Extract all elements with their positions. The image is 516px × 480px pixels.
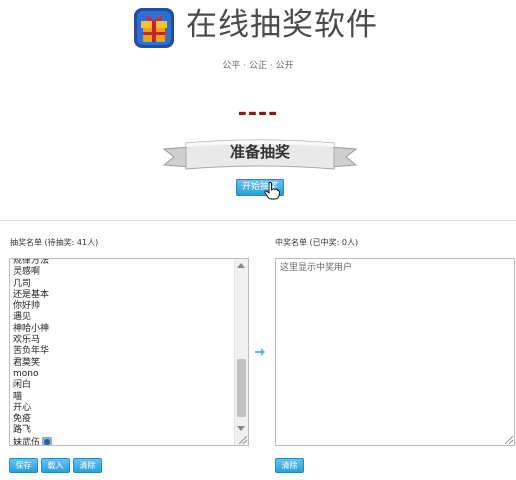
- candidate-name: 灵感啊: [13, 267, 41, 278]
- candidate-item: 神哈小神: [13, 324, 52, 335]
- import-button[interactable]: 载入: [41, 458, 70, 473]
- candidate-name: 闲白: [13, 380, 32, 391]
- clear-candidates-button[interactable]: 清除: [73, 458, 102, 473]
- candidate-item: 君莫笑: [13, 358, 52, 369]
- candidate-name: 规律方法: [13, 258, 50, 266]
- winners-placeholder: 这里显示中奖用户: [280, 263, 353, 273]
- save-button[interactable]: 保存: [9, 458, 38, 473]
- draw-status-text: 准备抽奖: [229, 143, 290, 161]
- app-title: 在线抽奖软件: [186, 7, 378, 43]
- resize-grip-icon[interactable]: [239, 436, 247, 444]
- candidate-name: 开心: [13, 402, 32, 413]
- candidate-name: 路飞: [13, 425, 32, 436]
- candidate-item: 妹武伍: [13, 436, 53, 446]
- candidate-name: 还是基本: [13, 289, 50, 300]
- winners-textarea[interactable]: 这里显示中奖用户: [275, 258, 515, 446]
- candidate-item: 开心: [13, 403, 52, 414]
- scroll-down-icon[interactable]: [237, 426, 245, 431]
- candidate-item: 欢乐马: [13, 335, 52, 346]
- candidate-item: 规律方法: [13, 258, 52, 267]
- hand-cursor-icon: [264, 182, 280, 200]
- candidate-item: 你好帅: [13, 301, 52, 312]
- candidates-scrollbar[interactable]: [234, 259, 248, 445]
- candidate-item: 几司: [13, 279, 52, 290]
- candidate-name: 欢乐马: [13, 335, 41, 346]
- candidate-item: 闲白: [13, 380, 52, 391]
- candidate-name: mono: [13, 368, 39, 379]
- scroll-thumb[interactable]: [237, 359, 246, 417]
- candidate-name: 妹武伍: [13, 437, 41, 446]
- candidate-name: 你好帅: [13, 301, 41, 312]
- section-divider: [0, 220, 516, 221]
- candidate-item: mono: [13, 369, 52, 380]
- candidates-label: 抽奖名单 (待抽奖: 41人): [10, 238, 99, 247]
- candidate-name: 神哈小神: [13, 323, 50, 334]
- clear-winners-button[interactable]: 清除: [275, 458, 304, 473]
- scroll-up-icon[interactable]: [237, 263, 245, 268]
- candidate-item: 遇见: [13, 312, 52, 323]
- candidate-name: 喵: [13, 391, 23, 402]
- candidate-name: 几司: [13, 278, 32, 289]
- candidate-name: 苦负年华: [13, 346, 50, 357]
- resize-grip-icon[interactable]: [505, 436, 513, 444]
- draw-result-display: ----: [237, 101, 279, 126]
- candidate-item: 灵感啊: [13, 267, 52, 278]
- candidate-item: 喵: [13, 392, 52, 403]
- gift-box-icon: [134, 8, 174, 48]
- candidate-item: 苦负年华: [13, 346, 52, 357]
- app-slogan: 公平 · 公正 · 公开: [222, 61, 294, 71]
- candidate-item: 路飞: [13, 425, 52, 436]
- arrow-right-icon: [255, 348, 265, 356]
- candidate-item: 还是基本: [13, 290, 52, 301]
- candidate-name: 遇见: [13, 312, 32, 323]
- avatar-icon: [42, 436, 53, 445]
- candidates-list: 规律方法 灵感啊 几司 还是基本 你好帅 遇见 神哈小神 欢乐马 苦负年华 君莫笑 mono 闲白喵开…: [13, 258, 53, 446]
- candidate-name: 君莫笑: [13, 357, 41, 368]
- candidate-item: 免疫: [13, 414, 52, 425]
- winners-label: 中奖名单 (已中奖: 0人): [275, 238, 359, 247]
- candidate-name: 免疫: [13, 414, 32, 425]
- candidates-textarea[interactable]: 规律方法 灵感啊 几司 还是基本 你好帅 遇见 神哈小神 欢乐马 苦负年华 君莫笑 mono 闲白喵开…: [9, 258, 249, 446]
